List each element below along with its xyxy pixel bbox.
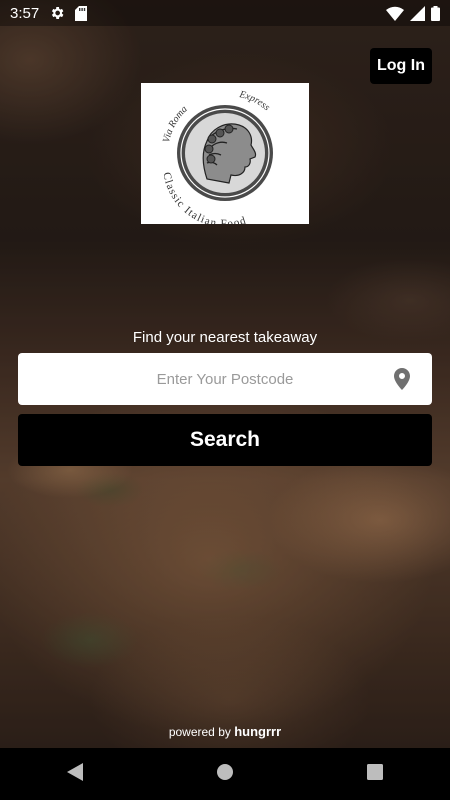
status-time: 3:57 — [10, 4, 40, 22]
back-button[interactable] — [45, 754, 105, 794]
find-takeaway-label: Find your nearest takeaway — [132, 329, 318, 346]
login-button[interactable]: Log In — [370, 48, 432, 84]
powered-by-brand: hungrrr — [234, 724, 282, 739]
sd-card-icon — [75, 5, 88, 21]
battery-icon — [431, 5, 440, 21]
location-pin-icon[interactable] — [394, 368, 410, 395]
home-button[interactable] — [195, 754, 255, 794]
status-bar: 3:57 — [0, 0, 450, 26]
home-icon — [216, 763, 234, 786]
navigation-bar — [0, 748, 450, 800]
back-icon — [67, 762, 83, 786]
postcode-input[interactable] — [18, 353, 432, 405]
recents-button[interactable] — [345, 754, 405, 794]
powered-by-label: powered by — [168, 725, 231, 739]
signal-icon — [410, 5, 425, 21]
postcode-field[interactable] — [18, 353, 432, 405]
powered-by-footer: powered by hungrrr — [0, 724, 450, 739]
gear-icon — [49, 5, 65, 21]
restaurant-logo: Via Roma Express Classic Italian Food — [141, 83, 309, 224]
wifi-icon — [386, 6, 404, 21]
recents-icon — [367, 763, 383, 785]
search-button[interactable]: Search — [18, 414, 432, 466]
